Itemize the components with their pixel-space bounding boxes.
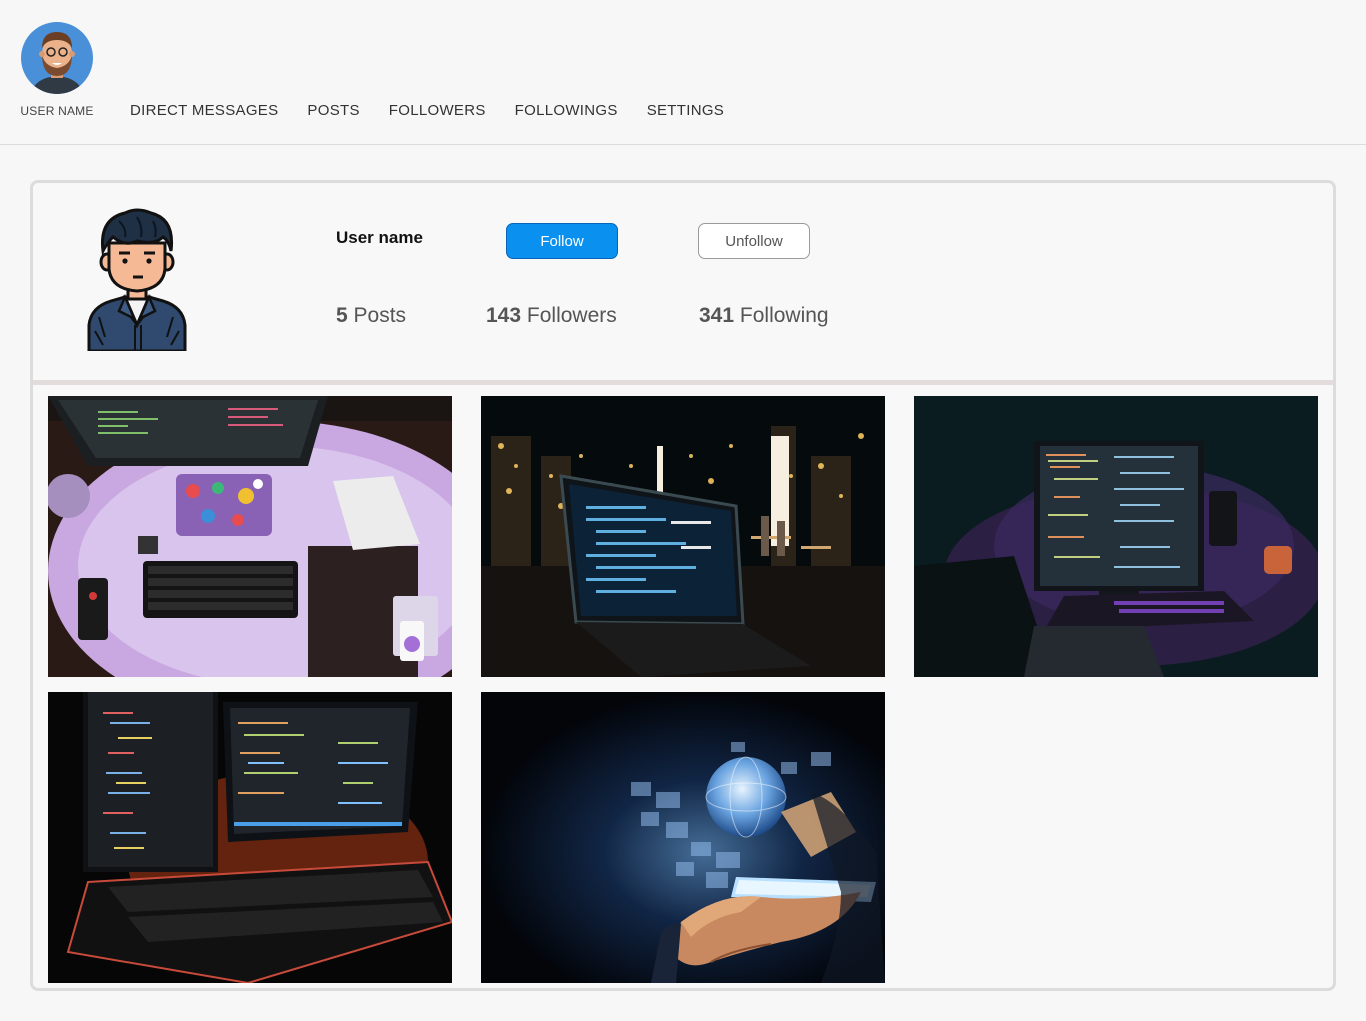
nav-direct-messages[interactable]: DIRECT MESSAGES [130,102,278,119]
developer-avatar-icon [85,207,189,353]
profile-card: User name Follow Unfollow 5 Posts 143 Fo… [30,180,1336,991]
profile-divider [33,380,1333,385]
nav-followers[interactable]: FOLLOWERS [389,102,486,119]
stat-followers[interactable]: 143 Followers [486,304,617,328]
nav-followings[interactable]: FOLLOWINGS [515,102,618,119]
post-image-3[interactable] [914,396,1318,677]
profile-header: User name Follow Unfollow 5 Posts 143 Fo… [33,183,1333,383]
profile-name: User name [336,228,423,247]
unfollow-button[interactable]: Unfollow [698,223,810,259]
followers-label: Followers [526,304,617,327]
nav-settings[interactable]: SETTINGS [647,102,724,119]
post-image-2[interactable] [481,396,885,677]
nav-username[interactable]: USER NAME [20,104,94,118]
bearded-man-avatar-icon[interactable] [20,18,94,96]
post-image-5[interactable] [481,692,885,983]
followers-count: 143 [486,304,522,327]
following-label: Following [739,304,829,327]
posts-count: 5 [336,304,348,327]
posts-label: Posts [353,304,407,327]
stat-following[interactable]: 341 Following [699,304,829,328]
post-image-1[interactable] [48,396,452,677]
stat-posts[interactable]: 5 Posts [336,304,406,328]
following-count: 341 [699,304,735,327]
post-image-4[interactable] [48,692,452,983]
nav-posts[interactable]: POSTS [307,102,359,119]
nav-links: DIRECT MESSAGES POSTS FOLLOWERS FOLLOWIN… [130,102,724,119]
top-navigation: USER NAME DIRECT MESSAGES POSTS FOLLOWER… [0,0,1366,145]
follow-button[interactable]: Follow [506,223,618,259]
